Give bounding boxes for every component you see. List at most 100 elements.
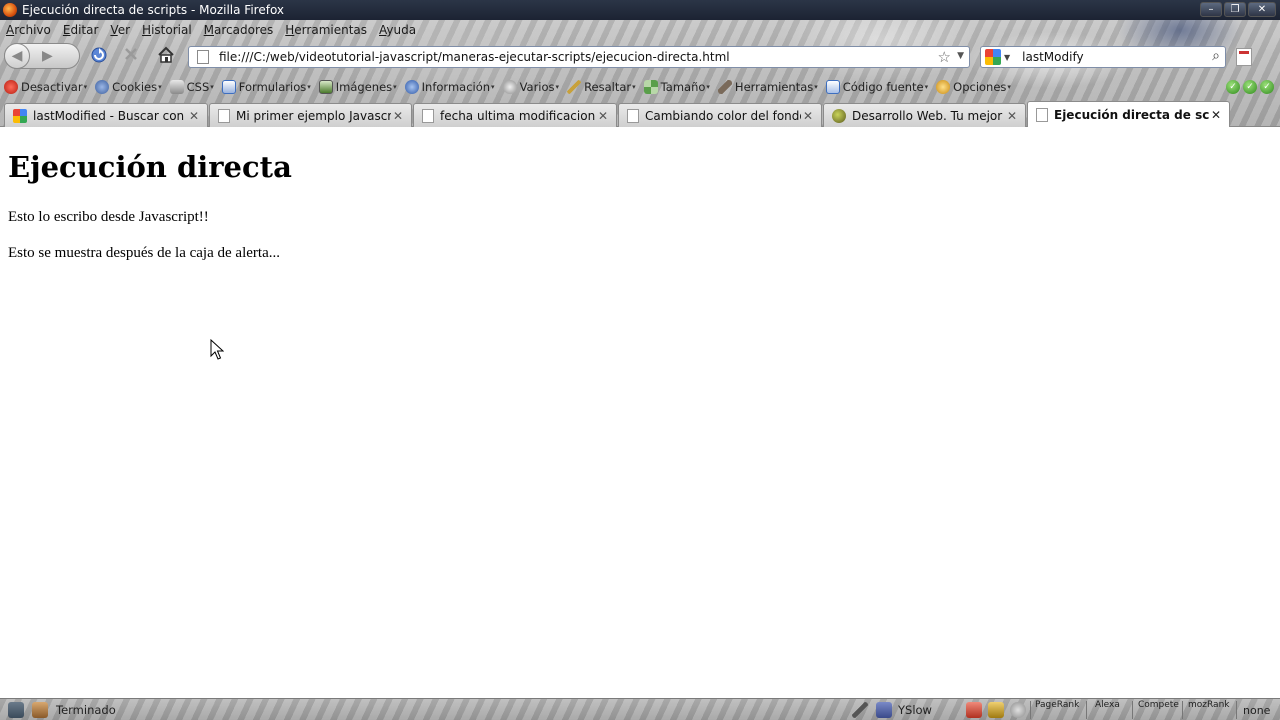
check-icon[interactable]: ✓	[1260, 80, 1274, 94]
dev-codigo-fuente[interactable]: Código fuente ▾	[825, 80, 928, 94]
tab-desarrollo-web[interactable]: Desarrollo Web. Tu mejor a... ✕	[823, 103, 1026, 127]
options-icon	[936, 80, 951, 94]
tab-lastmodified[interactable]: lastModified - Buscar con ... ✕	[4, 103, 208, 127]
network-icon[interactable]	[8, 702, 24, 718]
seo-icon[interactable]	[1010, 702, 1026, 718]
close-tab-icon[interactable]: ✕	[801, 109, 815, 123]
dev-herramientas[interactable]: Herramientas ▾	[717, 80, 818, 94]
addon-icon[interactable]	[988, 702, 1004, 718]
css-icon	[169, 80, 184, 94]
resize-icon	[643, 80, 658, 94]
desarrolloweb-icon	[832, 108, 846, 123]
firebug-icon[interactable]	[32, 702, 48, 718]
close-tab-icon[interactable]: ✕	[391, 109, 405, 123]
dev-opciones[interactable]: Opciones ▾	[936, 80, 1011, 94]
cookies-icon	[95, 80, 110, 94]
html-validator-icon[interactable]	[966, 702, 982, 718]
status-bar: Terminado YSlow PageRank Alexa Compete m…	[0, 698, 1280, 720]
page-icon	[218, 108, 230, 123]
tab-cambiando-color[interactable]: Cambiando color del fondo ✕	[618, 103, 822, 127]
menu-ver[interactable]: Ver	[104, 23, 136, 37]
mozrank-label[interactable]: mozRank	[1188, 700, 1229, 710]
home-icon	[158, 46, 174, 63]
page-icon	[1036, 107, 1048, 122]
page-content: Ejecución directa Esto lo escribo desde …	[0, 128, 1280, 698]
highlight-icon	[567, 80, 582, 94]
check-icon[interactable]: ✓	[1226, 80, 1240, 94]
google-icon	[13, 108, 27, 123]
yslow-icon[interactable]	[876, 702, 892, 718]
disable-icon	[4, 80, 18, 94]
tab-ejecucion-directa[interactable]: Ejecución directa de scripts ✕	[1027, 101, 1230, 127]
page-icon	[422, 108, 434, 123]
dev-resaltar[interactable]: Resaltar ▾	[567, 80, 636, 94]
firefox-icon	[3, 3, 17, 17]
forms-icon	[221, 80, 236, 94]
page-icon	[627, 108, 639, 123]
home-button[interactable]	[155, 46, 177, 68]
dev-imagenes[interactable]: Imágenes ▾	[318, 80, 397, 94]
close-window-button[interactable]: ✕	[1248, 2, 1276, 17]
close-tab-icon[interactable]: ✕	[187, 109, 201, 123]
minimize-button[interactable]: –	[1200, 2, 1222, 17]
dev-tamano[interactable]: Tamaño ▾	[643, 80, 710, 94]
info-icon	[404, 80, 419, 94]
validation-status: ✓ ✓ ✓	[1226, 80, 1274, 94]
tab-strip: lastModified - Buscar con ... ✕ Mi prime…	[0, 101, 1280, 127]
page-heading: Ejecución directa	[8, 150, 292, 184]
close-tab-icon[interactable]: ✕	[1209, 108, 1223, 122]
url-text[interactable]: file:///C:/web/videotutorial-javascript/…	[219, 50, 730, 64]
compete-label[interactable]: Compete	[1138, 700, 1179, 710]
menu-ayuda[interactable]: Ayuda	[373, 23, 422, 37]
bookmarks-panel-icon[interactable]	[1236, 48, 1252, 66]
back-button[interactable]: ◀	[4, 43, 30, 69]
navigation-toolbar: ◀ ▶ file:///C:/web/videotutorial-javascr…	[0, 40, 1280, 74]
reload-button[interactable]	[88, 46, 110, 68]
menu-herramientas[interactable]: Herramientas	[279, 23, 373, 37]
alexa-label[interactable]: Alexa	[1095, 700, 1120, 710]
tools-icon	[717, 80, 732, 94]
address-bar[interactable]: file:///C:/web/videotutorial-javascript/…	[188, 46, 970, 68]
dev-css[interactable]: CSS ▾	[169, 80, 214, 94]
forward-button[interactable]: ▶	[42, 48, 53, 64]
dev-cookies[interactable]: Cookies ▾	[95, 80, 162, 94]
page-icon	[197, 50, 209, 64]
check-icon[interactable]: ✓	[1243, 80, 1257, 94]
reload-icon	[91, 47, 107, 63]
stop-button[interactable]	[120, 46, 142, 68]
paragraph-alert: Esto se muestra después de la caja de al…	[8, 245, 280, 261]
dev-varios[interactable]: Varios ▾	[502, 80, 559, 94]
misc-icon	[502, 80, 517, 94]
pagerank-label[interactable]: PageRank	[1035, 700, 1079, 710]
title-bar: Ejecución directa de scripts - Mozilla F…	[0, 0, 1280, 20]
close-tab-icon[interactable]: ✕	[1005, 109, 1019, 123]
window-controls: – ❐ ✕	[1200, 2, 1276, 17]
dev-formularios[interactable]: Formularios ▾	[221, 80, 311, 94]
search-bar[interactable]: ▼ lastModify ⌕	[980, 46, 1226, 68]
menu-historial[interactable]: Historial	[136, 23, 198, 37]
search-icon[interactable]: ⌕	[1212, 48, 1220, 64]
web-developer-toolbar: Desactivar ▾ Cookies ▾ CSS ▾ Formularios ▾ I…	[0, 77, 1280, 97]
menu-archivo[interactable]: Archivo	[0, 23, 57, 37]
mouse-cursor-icon	[210, 339, 224, 360]
tab-mi-primer-ejemplo[interactable]: Mi primer ejemplo Javascript ✕	[209, 103, 412, 127]
stop-icon	[125, 48, 137, 60]
menu-marcadores[interactable]: Marcadores	[198, 23, 280, 37]
bookmark-star-icon[interactable]: ☆	[938, 48, 951, 66]
back-forward-group: ◀ ▶	[4, 43, 80, 69]
paragraph-javascript: Esto lo escribo desde Javascript!!	[8, 209, 209, 225]
search-engine-dropdown-icon[interactable]: ▼	[1004, 53, 1010, 62]
yslow-label[interactable]: YSlow	[898, 703, 932, 717]
menu-editar[interactable]: Editar	[57, 23, 105, 37]
dev-informacion[interactable]: Información ▾	[404, 80, 495, 94]
dev-desactivar[interactable]: Desactivar ▾	[4, 80, 87, 94]
url-dropdown-icon[interactable]: ▼	[957, 51, 964, 61]
tab-fecha-ultima[interactable]: fecha ultima modificacion ✕	[413, 103, 617, 127]
google-icon[interactable]	[985, 49, 1001, 65]
maximize-button[interactable]: ❐	[1224, 2, 1246, 17]
status-none-label: none	[1243, 704, 1271, 717]
search-input[interactable]: lastModify	[1022, 50, 1083, 64]
tools-icon[interactable]	[852, 702, 868, 718]
window-title: Ejecución directa de scripts - Mozilla F…	[22, 3, 285, 17]
close-tab-icon[interactable]: ✕	[596, 109, 610, 123]
